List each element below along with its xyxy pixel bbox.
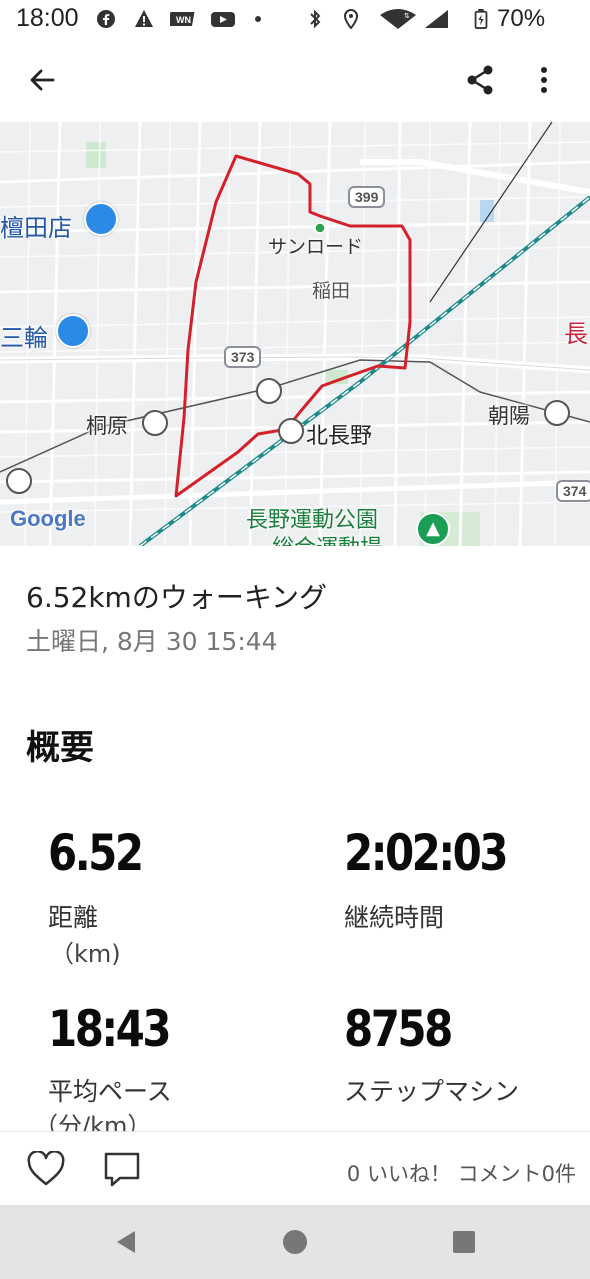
signal-icon [425, 10, 448, 28]
map-label-sunroad: サンロード [268, 236, 364, 258]
comment-button[interactable] [100, 1147, 144, 1191]
share-button[interactable] [458, 58, 502, 102]
map-label-kirihara: 桐原 [86, 414, 128, 438]
arrow-left-icon [30, 69, 55, 91]
wifi-icon: ⇅ [380, 9, 416, 29]
stat-steps-label: ステップマシン [344, 1077, 520, 1106]
nav-recents-button[interactable] [442, 1220, 486, 1264]
map-label-inada: 稲田 [312, 280, 351, 302]
map-label-right-edge: 長 [564, 320, 588, 348]
nav-back-icon [117, 1231, 135, 1253]
stat-duration-label: 継続時間 [344, 903, 445, 932]
battery-icon [474, 9, 488, 29]
bluetooth-icon [310, 9, 321, 29]
overview-heading: 概要 [26, 728, 94, 768]
social-counts[interactable]: 0 いいね！ コメント0件 [347, 1158, 576, 1188]
train-station-icon[interactable] [256, 378, 282, 404]
system-nav-bar [0, 1205, 590, 1279]
svg-text:⇅: ⇅ [404, 12, 410, 20]
stat-distance-value: 6.52 [48, 824, 144, 882]
news-icon: WN [170, 12, 195, 26]
train-station-icon[interactable] [142, 410, 168, 436]
stat-pace-label: 平均ペース [48, 1077, 172, 1106]
more-vert-icon [541, 67, 547, 93]
share-icon [467, 65, 493, 95]
map-label-kitanagano: 北長野 [306, 424, 373, 449]
stat-steps-value: 8758 [344, 1000, 453, 1058]
stat-pace-value: 18:43 [48, 1000, 172, 1058]
map-label-park2: 総合運動場 [272, 530, 382, 546]
comment-icon [104, 1152, 140, 1187]
status-time: 18:00 [16, 4, 79, 32]
dot-icon [255, 16, 261, 22]
back-button[interactable] [20, 58, 64, 102]
train-station-icon[interactable] [278, 418, 304, 444]
map-label-store2: 三輪 [0, 324, 48, 352]
map-label-asahi: 朝陽 [488, 404, 530, 428]
train-station-icon[interactable] [6, 468, 32, 494]
stat-distance-label: 距離 [48, 903, 99, 932]
more-button[interactable] [522, 58, 566, 102]
nav-home-button[interactable] [273, 1220, 317, 1264]
stat-duration-value: 2:02:03 [344, 824, 509, 882]
battery-percent: 70% [497, 5, 546, 32]
route-badge-373: 373 [224, 346, 262, 368]
nav-back-button[interactable] [104, 1220, 148, 1264]
route-badge-374: 374 [556, 480, 590, 502]
train-station-icon[interactable] [544, 400, 570, 426]
warning-icon [135, 10, 153, 27]
location-icon [343, 9, 359, 29]
route-map[interactable]: 檀田店 三輪 サンロード 稲田 桐原 北長野 朝陽 長野運動公園 総合運動場 ▲… [0, 122, 590, 546]
heart-icon [27, 1151, 65, 1186]
status-bar: 18:00 WN ⇅ 70% [0, 0, 590, 40]
like-button[interactable] [24, 1147, 68, 1191]
nav-recents-icon [453, 1231, 475, 1253]
svg-text:WN: WN [176, 15, 191, 25]
shopping-pin-icon[interactable] [56, 314, 90, 348]
shopping-pin-icon[interactable] [84, 202, 118, 236]
activity-title: 6.52kmのウォーキング [26, 581, 327, 614]
park-tree-icon[interactable]: ▲ [416, 512, 450, 546]
activity-date: 土曜日, 8月 30 15:44 [26, 627, 278, 656]
nav-home-icon [283, 1230, 307, 1254]
map-label-store1: 檀田店 [0, 214, 72, 242]
route-badge-399: 399 [348, 186, 386, 208]
google-logo: Google [10, 506, 86, 531]
stat-distance-unit: （km) [50, 940, 121, 968]
facebook-icon [97, 10, 115, 28]
youtube-icon [211, 12, 235, 27]
app-bar [0, 40, 590, 122]
